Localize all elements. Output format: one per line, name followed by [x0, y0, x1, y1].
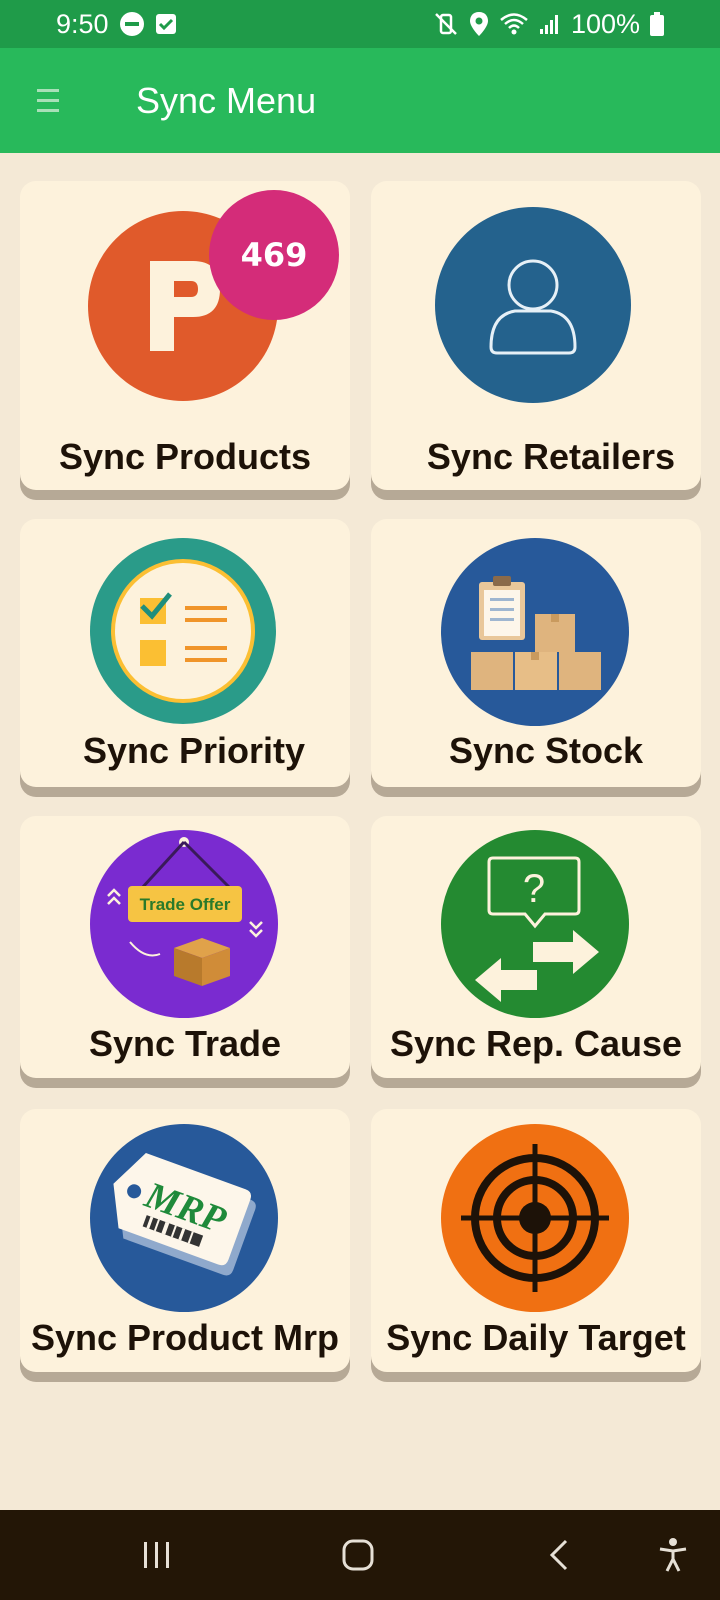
card-label: Sync Retailers	[426, 436, 676, 477]
accessibility-button[interactable]	[643, 1528, 703, 1582]
home-button[interactable]	[328, 1528, 388, 1582]
status-bar: 9:50 100%	[0, 0, 720, 48]
card-label: Sync Priority	[82, 730, 306, 771]
sync-rep-cause-card[interactable]: ? Sync Rep. Cause	[371, 816, 701, 1078]
vibrate-mute-icon	[433, 11, 459, 37]
card-label: Sync Rep. Cause	[389, 1023, 683, 1064]
sync-products-card[interactable]: 469 Sync Products	[20, 181, 350, 490]
card-label: Sync Daily Target	[386, 1317, 686, 1358]
home-icon	[342, 1539, 374, 1571]
rep-cause-exchange-icon: ?	[441, 830, 629, 1018]
navigation-bar	[0, 1510, 720, 1600]
status-time: 9:50	[56, 8, 109, 39]
sync-stock-card[interactable]: Sync Stock	[371, 519, 701, 787]
card-label: Sync Product Mrp	[30, 1317, 340, 1358]
target-icon	[441, 1124, 629, 1312]
retailer-person-icon	[435, 207, 631, 403]
back-icon	[549, 1539, 568, 1571]
hamburger-icon	[37, 88, 59, 112]
mrp-tag-icon: MRP	[90, 1124, 278, 1312]
app-bar: Sync Menu	[0, 48, 720, 153]
sync-product-mrp-card[interactable]: MRP Sync Product Mrp	[20, 1109, 350, 1372]
svg-text:?: ?	[523, 867, 545, 911]
priority-checklist-icon	[90, 538, 276, 724]
stock-boxes-icon	[441, 538, 629, 726]
card-label: Sync Trade	[88, 1023, 282, 1064]
sync-daily-target-card[interactable]: Sync Daily Target	[371, 1109, 701, 1372]
card-label: Sync Products	[58, 436, 312, 477]
back-button[interactable]	[530, 1528, 590, 1582]
products-count-badge: 469	[209, 190, 339, 320]
checkbox-notification-icon	[155, 13, 177, 35]
wifi-icon	[499, 11, 529, 37]
menu-button[interactable]	[20, 73, 76, 129]
sync-trade-card[interactable]: Trade Offer Sync Trade	[20, 816, 350, 1078]
location-icon	[469, 11, 489, 37]
recents-icon	[144, 1542, 169, 1568]
trade-offer-icon: Trade Offer	[90, 830, 278, 1018]
accessibility-icon	[659, 1538, 687, 1572]
recents-button[interactable]	[127, 1528, 187, 1582]
sync-retailers-card[interactable]: Sync Retailers	[371, 181, 701, 490]
card-label: Sync Stock	[448, 730, 644, 771]
page-title: Sync Menu	[136, 79, 317, 121]
signal-icon	[539, 13, 561, 35]
battery-percent: 100%	[570, 8, 640, 39]
battery-icon	[650, 12, 664, 36]
sync-priority-card[interactable]: Sync Priority	[20, 519, 350, 787]
do-not-disturb-icon	[119, 11, 145, 37]
svg-text:Trade Offer: Trade Offer	[140, 895, 231, 914]
